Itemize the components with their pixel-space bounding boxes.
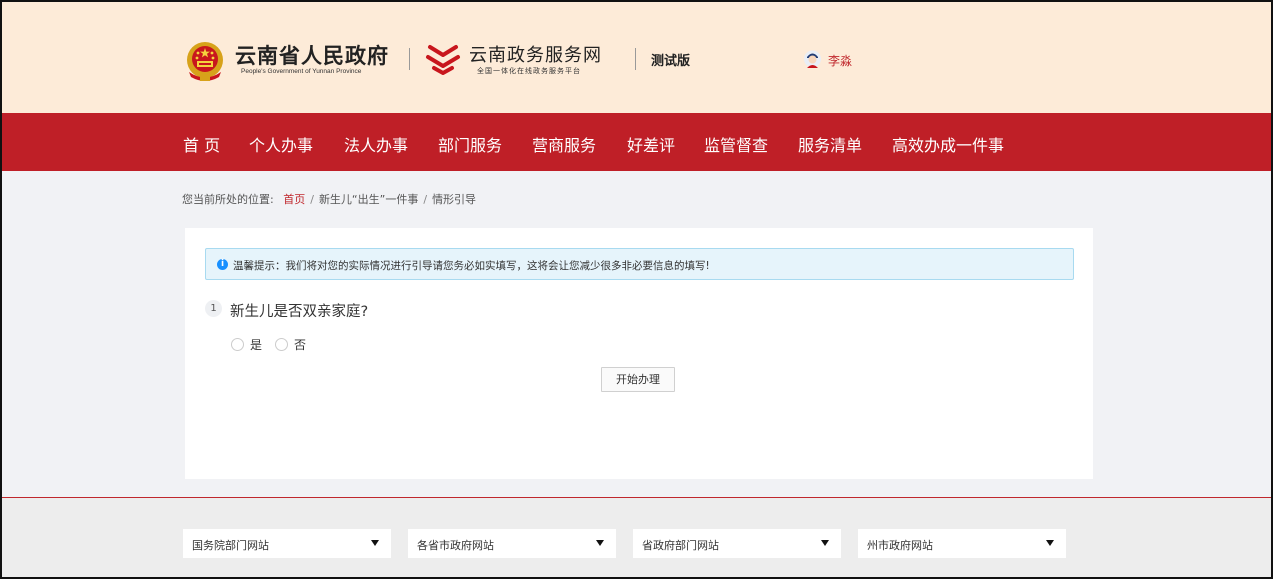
page-frame: 云南省人民政府 People's Government of Yunnan Pr… <box>0 0 1273 579</box>
nav-item-corporate[interactable]: 法人办事 <box>344 132 408 156</box>
select-prefecture-gov-sites[interactable]: 州市政府网站 <box>858 529 1066 558</box>
select-state-council-sites[interactable]: 国务院部门网站 <box>183 529 391 558</box>
question-text: 新生儿是否双亲家庭? <box>230 304 369 320</box>
nav-item-supervision[interactable]: 监管督查 <box>704 132 768 156</box>
select-provincial-gov-sites[interactable]: 各省市政府网站 <box>408 529 616 558</box>
service-logo-icon <box>426 45 460 75</box>
nav-item-evaluation[interactable]: 好差评 <box>627 132 675 156</box>
nav-item-home[interactable]: 首 页 <box>183 132 220 156</box>
option-no[interactable]: 否 <box>275 336 306 353</box>
caret-down-icon <box>821 540 829 546</box>
select-provincial-dept-sites[interactable]: 省政府部门网站 <box>633 529 841 558</box>
breadcrumb-item[interactable]: 新生儿“出生”一件事 <box>319 193 418 206</box>
site-header: 云南省人民政府 People's Government of Yunnan Pr… <box>2 2 1271 113</box>
radio-no[interactable] <box>275 338 288 351</box>
breadcrumb-current: 情形引导 <box>432 193 477 206</box>
breadcrumb-divider: / <box>423 193 428 206</box>
header-divider <box>635 48 636 70</box>
national-emblem-icon <box>187 42 223 81</box>
info-icon: i <box>217 259 228 270</box>
select-label: 州市政府网站 <box>867 539 933 552</box>
option-yes-label: 是 <box>250 338 263 352</box>
start-button[interactable]: 开始办理 <box>601 367 675 392</box>
gov-title: 云南省人民政府 <box>235 44 389 68</box>
select-label: 国务院部门网站 <box>192 539 269 552</box>
breadcrumb: 您当前所处的位置: 首页 / 新生儿“出生”一件事 / 情形引导 <box>182 191 476 207</box>
option-no-label: 否 <box>294 338 307 352</box>
breadcrumb-home-link[interactable]: 首页 <box>283 193 305 206</box>
tip-text: 温馨提示：我们将对您的实际情况进行引导请您务必如实填写，这将会让您减少很多非必要… <box>233 260 710 272</box>
caret-down-icon <box>596 540 604 546</box>
user-avatar-icon[interactable] <box>804 50 821 68</box>
breadcrumb-prefix: 您当前所处的位置: <box>182 193 274 206</box>
main-nav: 首 页 个人办事 法人办事 部门服务 营商服务 好差评 监管督查 服务清单 高效… <box>2 113 1271 171</box>
site-footer: 国务院部门网站 各省市政府网站 省政府部门网站 州市政府网站 <box>2 498 1271 577</box>
nav-item-business[interactable]: 营商服务 <box>532 132 596 156</box>
tip-banner: i 温馨提示：我们将对您的实际情况进行引导请您务必如实填写，这将会让您减少很多非… <box>205 248 1074 280</box>
edition-label: 测试版 <box>651 54 691 69</box>
select-label: 省政府部门网站 <box>642 539 719 552</box>
service-subtitle: 全国一体化在线政务服务平台 <box>477 67 581 75</box>
gov-subtitle: People's Government of Yunnan Province <box>241 68 362 75</box>
user-name-link[interactable]: 李淼 <box>828 52 852 69</box>
service-title: 云南政务服务网 <box>469 45 602 66</box>
header-divider <box>409 48 410 70</box>
select-label: 各省市政府网站 <box>417 539 494 552</box>
nav-item-one-thing[interactable]: 高效办成一件事 <box>892 132 1004 156</box>
radio-yes[interactable] <box>231 338 244 351</box>
guide-card: i 温馨提示：我们将对您的实际情况进行引导请您务必如实填写，这将会让您减少很多非… <box>185 228 1093 479</box>
nav-item-department[interactable]: 部门服务 <box>438 132 502 156</box>
nav-item-service-list[interactable]: 服务清单 <box>798 132 862 156</box>
caret-down-icon <box>1046 540 1054 546</box>
caret-down-icon <box>371 540 379 546</box>
question-number: 1 <box>205 300 222 317</box>
nav-item-personal[interactable]: 个人办事 <box>249 132 313 156</box>
option-yes[interactable]: 是 <box>231 336 262 353</box>
breadcrumb-divider: / <box>310 193 314 206</box>
